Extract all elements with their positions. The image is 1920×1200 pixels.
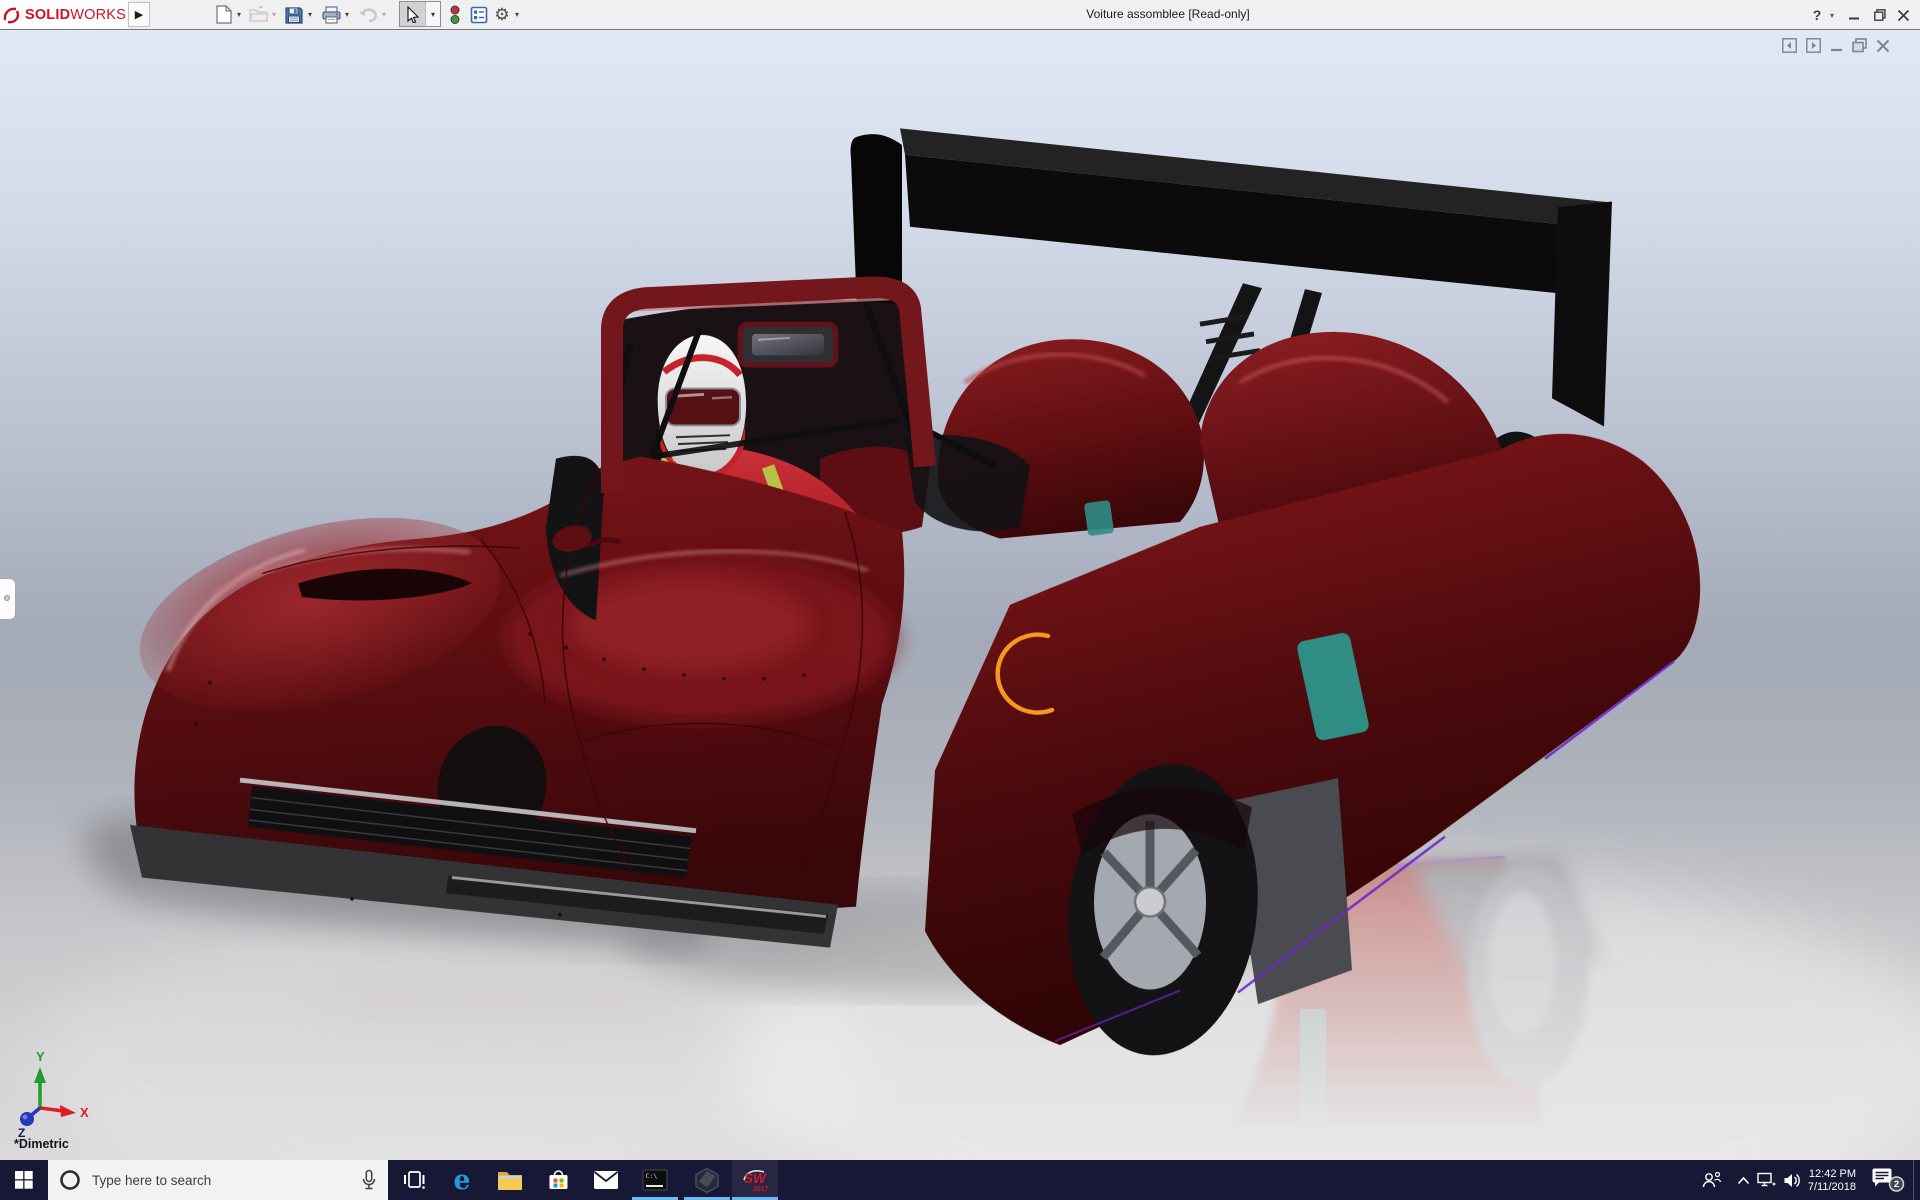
sw-glyph: SW [744, 1171, 767, 1186]
select-cursor-icon [406, 6, 420, 23]
view-orientation-label: *Dimetric [14, 1137, 69, 1151]
task-view-icon [402, 1168, 426, 1192]
print-caret[interactable]: ▾ [345, 10, 349, 19]
window-title: Voiture assomblee [Read-only] [1086, 7, 1249, 21]
start-button[interactable] [0, 1160, 48, 1200]
minimize-button[interactable] [1844, 4, 1864, 26]
undo-caret[interactable]: ▾ [382, 10, 386, 19]
save-floppy-icon [285, 6, 303, 24]
gear-icon: ⚙ [494, 6, 509, 23]
network-icon [1757, 1172, 1776, 1189]
command-prompt-icon: C:\ [642, 1168, 668, 1192]
dock-pane-left-button[interactable] [1782, 38, 1797, 53]
restore-button[interactable] [1870, 4, 1890, 26]
solidworks-app-button[interactable]: SW 2017 [732, 1160, 778, 1200]
notification-count: 2 [1894, 1179, 1899, 1190]
store-button[interactable] [535, 1160, 581, 1200]
file-properties-icon [470, 6, 488, 24]
rear-view-mirror [740, 324, 836, 365]
help-button[interactable]: ? [1808, 4, 1826, 26]
file-explorer-icon [497, 1169, 523, 1191]
new-document-button[interactable] [212, 3, 234, 26]
clock-time: 12:42 PM [1800, 1168, 1856, 1180]
car-model-render [0, 30, 1920, 1160]
volume-icon [1783, 1172, 1802, 1189]
microphone-icon[interactable] [360, 1169, 378, 1191]
triad-x-label: X [80, 1105, 89, 1120]
clock-date: 7/11/2018 [1800, 1181, 1856, 1193]
stoplight-icon [449, 5, 461, 25]
hexagon-app-icon [694, 1167, 720, 1194]
mail-icon [593, 1170, 619, 1190]
undo-button[interactable] [357, 3, 379, 26]
minimize-icon [1849, 10, 1860, 21]
graphics-viewport[interactable]: Y X Z *Dimetric [0, 30, 1920, 1160]
show-desktop-button[interactable] [1913, 1160, 1914, 1200]
cortana-icon [58, 1168, 82, 1192]
solidworks-app-icon: SW 2017 [740, 1166, 770, 1194]
select-tool-button[interactable]: ▾ [399, 1, 441, 27]
edge-icon: e [453, 1167, 470, 1194]
undo-arrow-icon [358, 7, 378, 23]
new-document-icon [215, 5, 232, 24]
dock-pane-right-button[interactable] [1806, 38, 1821, 53]
task-view-button[interactable] [391, 1160, 437, 1200]
solidworks-logo: SOLIDWORKS [0, 0, 128, 29]
sw-year: 2017 [753, 1186, 769, 1193]
tab-handle-dot [4, 595, 10, 601]
close-document-icon[interactable] [1876, 39, 1890, 53]
store-icon [546, 1167, 571, 1193]
cmd-prompt-text: C:\ [646, 1172, 658, 1180]
taskbar-search[interactable] [48, 1160, 388, 1200]
search-input[interactable] [92, 1173, 332, 1188]
save-caret[interactable]: ▾ [308, 10, 312, 19]
toolbar-flyout-button[interactable]: ▶ [128, 2, 150, 27]
feature-tree-collapsed-tab[interactable] [0, 578, 16, 620]
mail-button[interactable] [583, 1160, 629, 1200]
windows-taskbar: e C:\ [0, 1160, 1920, 1200]
chevron-up-icon [1737, 1176, 1750, 1185]
close-icon [1898, 10, 1909, 21]
restore-icon [1874, 9, 1886, 21]
file-explorer-button[interactable] [487, 1160, 533, 1200]
command-prompt-button[interactable]: C:\ [632, 1160, 678, 1200]
network-button[interactable] [1753, 1160, 1779, 1200]
minimize-document-icon[interactable] [1830, 38, 1843, 53]
solidworks-logo-icon [2, 6, 22, 24]
action-center-button[interactable]: 2 [1868, 1160, 1908, 1200]
rebuild-stoplight-button[interactable] [444, 3, 466, 26]
print-button[interactable] [320, 3, 342, 26]
open-folder-icon [249, 6, 269, 23]
save-button[interactable] [283, 3, 305, 26]
edge-button[interactable]: e [439, 1160, 485, 1200]
close-button[interactable] [1893, 4, 1913, 26]
help-caret[interactable]: ▾ [1827, 4, 1837, 26]
windows-logo-icon [15, 1171, 33, 1189]
options-gear-button[interactable]: ⚙ [491, 3, 513, 26]
open-caret[interactable]: ▾ [272, 10, 276, 19]
action-center-icon: 2 [1871, 1167, 1905, 1193]
restore-document-icon[interactable] [1852, 38, 1867, 53]
options-caret[interactable]: ▾ [515, 10, 519, 19]
solidworks-logo-text: SOLIDWORKS [25, 7, 126, 23]
triad-y-label: Y [36, 1049, 45, 1064]
file-properties-button[interactable] [468, 3, 490, 26]
open-button[interactable] [248, 3, 270, 26]
hexagon-app-button[interactable] [684, 1160, 730, 1200]
document-window-controls [1782, 38, 1890, 53]
title-bar: SOLIDWORKS ▶ ▾ ▾ ▾ [0, 0, 1920, 30]
print-icon [322, 6, 341, 24]
tray-overflow-button[interactable] [1733, 1160, 1753, 1200]
select-tool-caret[interactable]: ▾ [425, 2, 440, 26]
people-button[interactable] [1698, 1160, 1726, 1200]
tray-clock[interactable]: 12:42 PM 7/11/2018 [1800, 1160, 1856, 1200]
new-document-caret[interactable]: ▾ [237, 10, 241, 19]
people-icon [1702, 1171, 1722, 1189]
